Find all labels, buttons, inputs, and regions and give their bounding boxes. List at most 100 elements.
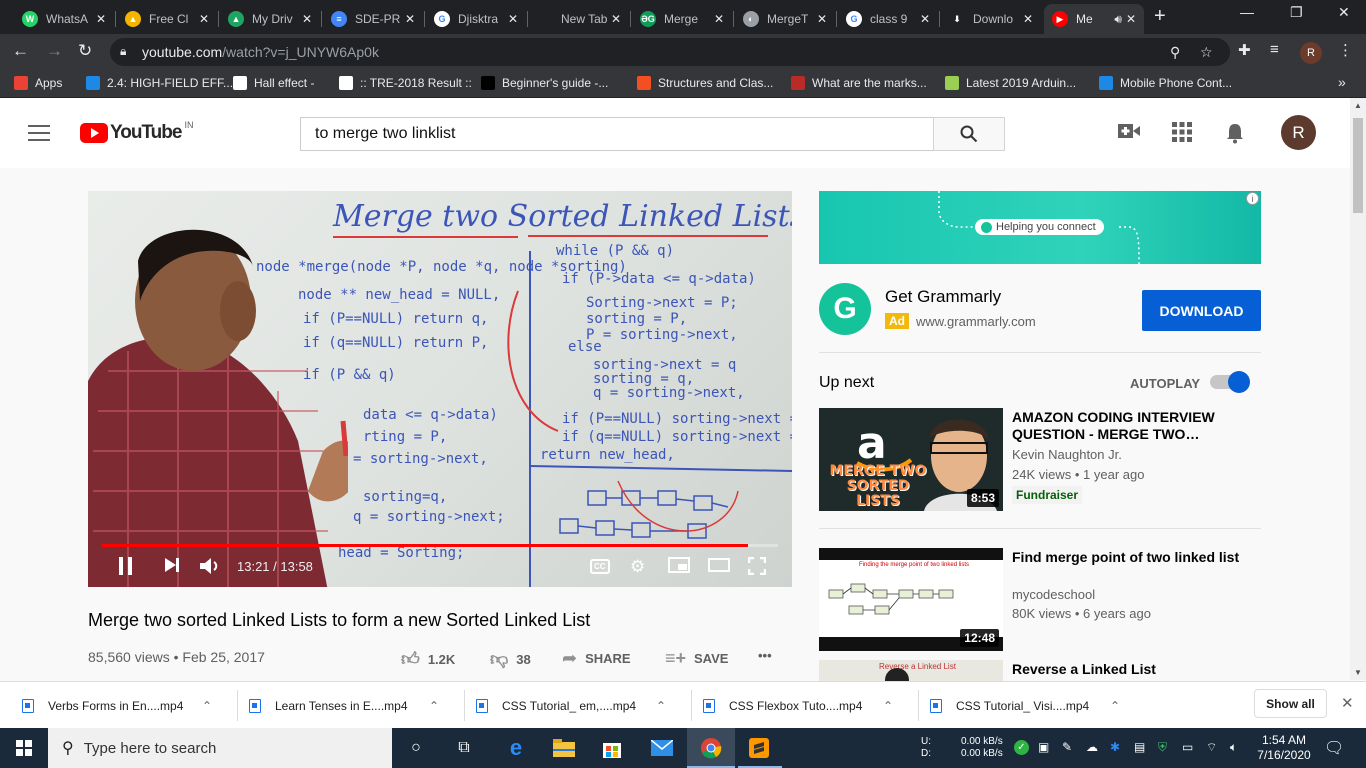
- close-tab-icon[interactable]: ✕: [920, 12, 930, 26]
- video-player[interactable]: Merge two Sorted Linked Lists node *merg…: [88, 191, 792, 587]
- browser-tab[interactable]: G Djisktra ✕: [426, 4, 526, 34]
- download-item[interactable]: Learn Tenses in E....mp4 ⌃: [249, 682, 449, 729]
- close-tab-icon[interactable]: ✕: [1023, 12, 1033, 26]
- share-button[interactable]: ➦ SHARE: [562, 648, 631, 669]
- download-item[interactable]: Verbs Forms in En....mp4 ⌃: [22, 682, 222, 729]
- rec-video-title-1[interactable]: AMAZON CODING INTERVIEW QUESTION - MERGE…: [1012, 409, 1242, 443]
- windows-start-icon[interactable]: [16, 740, 32, 756]
- bookmark-item[interactable]: Structures and Clas...: [637, 76, 773, 90]
- rec-video-thumbnail-2[interactable]: Finding the merge point of two linked li…: [819, 548, 1003, 651]
- miniplayer-icon[interactable]: [668, 557, 690, 578]
- browser-tab[interactable]: ⬇ Downlo ✕: [941, 4, 1041, 34]
- cloud-icon[interactable]: ☁: [1086, 740, 1098, 754]
- search-button[interactable]: [933, 117, 1005, 151]
- battery-icon[interactable]: ▭: [1182, 740, 1193, 754]
- notifications-bell-icon[interactable]: [1225, 122, 1245, 150]
- close-tab-icon[interactable]: ✕: [302, 12, 312, 26]
- download-item[interactable]: CSS Tutorial_ Visi....mp4 ⌃: [930, 682, 1130, 729]
- sublime-text-icon[interactable]: [747, 736, 771, 760]
- chrome-taskbar-icon[interactable]: [699, 736, 723, 760]
- security-check-icon[interactable]: ✓: [1014, 740, 1029, 755]
- bookmark-item[interactable]: Mobile Phone Cont...: [1099, 76, 1232, 90]
- extensions-icon[interactable]: ✚: [1238, 41, 1251, 59]
- menu-icon[interactable]: [28, 125, 50, 141]
- user-avatar[interactable]: R: [1281, 115, 1316, 150]
- ad-info-icon[interactable]: i: [1246, 192, 1259, 205]
- cortana-icon[interactable]: ○: [404, 736, 428, 760]
- media-control-icon[interactable]: ≡: [1270, 41, 1279, 58]
- bookmarks-overflow-icon[interactable]: »: [1338, 74, 1346, 90]
- forward-icon[interactable]: →: [46, 41, 63, 61]
- close-tab-icon[interactable]: ✕: [1126, 12, 1136, 26]
- save-button[interactable]: ≡+ SAVE: [665, 648, 728, 669]
- show-all-downloads-button[interactable]: Show all: [1254, 689, 1327, 718]
- youtube-logo[interactable]: YouTube IN: [80, 120, 193, 144]
- dislike-button[interactable]: 👎︎ 38: [490, 648, 531, 670]
- next-video-icon[interactable]: [164, 557, 180, 578]
- close-tab-icon[interactable]: ✕: [714, 12, 724, 26]
- pen-tool-icon[interactable]: ✎: [1062, 740, 1072, 754]
- rec-video-title-2[interactable]: Find merge point of two linked list: [1012, 549, 1242, 566]
- close-window-button[interactable]: ✕: [1338, 4, 1350, 21]
- theater-mode-icon[interactable]: [708, 557, 730, 577]
- lock-icon[interactable]: 🔒︎: [120, 44, 126, 59]
- pause-icon[interactable]: [118, 557, 134, 580]
- edge-browser-icon[interactable]: e: [504, 735, 528, 760]
- bookmark-item[interactable]: 2.4: HIGH-FIELD EFF...: [86, 76, 233, 90]
- scroll-down-arrow-icon[interactable]: ▼: [1354, 668, 1362, 677]
- browser-tab[interactable]: ◐ MergeT ✕: [735, 4, 835, 34]
- mail-icon[interactable]: [650, 736, 674, 760]
- microsoft-store-icon[interactable]: [600, 736, 624, 760]
- bookmark-item[interactable]: Latest 2019 Arduin...: [945, 76, 1076, 90]
- minimize-button[interactable]: —: [1240, 4, 1254, 20]
- close-tab-icon[interactable]: ✕: [199, 12, 209, 26]
- profile-avatar[interactable]: R: [1300, 42, 1322, 64]
- rec-video-thumbnail-3[interactable]: Reverse a Linked List: [819, 660, 1003, 681]
- maximize-button[interactable]: ❐: [1290, 4, 1303, 21]
- close-tab-icon[interactable]: ✕: [508, 12, 518, 26]
- autoplay-toggle-knob[interactable]: [1228, 371, 1250, 393]
- close-download-shelf-icon[interactable]: ✕: [1341, 694, 1354, 712]
- download-options-chevron-icon[interactable]: ⌃: [883, 699, 893, 713]
- bookmark-item[interactable]: Hall effect -: [233, 76, 314, 90]
- download-options-chevron-icon[interactable]: ⌃: [202, 699, 212, 713]
- back-icon[interactable]: ←: [12, 41, 29, 61]
- taskbar-clock[interactable]: 1:54 AM 7/16/2020: [1254, 733, 1314, 763]
- browser-tab[interactable]: New Tab ✕: [529, 4, 629, 34]
- video-progress-bar[interactable]: [102, 544, 778, 547]
- bookmark-star-icon[interactable]: ☆: [1200, 44, 1213, 61]
- page-scrollbar[interactable]: ▲ ▼: [1350, 98, 1366, 680]
- close-tab-icon[interactable]: ✕: [96, 12, 106, 26]
- task-view-icon[interactable]: ⧉: [452, 736, 476, 760]
- close-tab-icon[interactable]: ✕: [611, 12, 621, 26]
- shield-icon[interactable]: ⛨: [1158, 740, 1167, 755]
- rec-video-channel-1[interactable]: Kevin Naughton Jr.: [1012, 447, 1122, 462]
- rec-video-thumbnail-1[interactable]: a MERGE TWO SORTED LISTS 8:53: [819, 408, 1003, 511]
- new-tab-button[interactable]: +: [1154, 5, 1166, 28]
- scrollbar-thumb[interactable]: [1353, 118, 1363, 213]
- wifi-icon[interactable]: ⌔: [1206, 740, 1217, 755]
- browser-tab[interactable]: ≡ SDE-PR ✕: [323, 4, 423, 34]
- bookmark-item[interactable]: What are the marks...: [791, 76, 927, 90]
- captions-icon[interactable]: CC: [590, 559, 610, 574]
- file-explorer-icon[interactable]: [552, 736, 576, 760]
- download-options-chevron-icon[interactable]: ⌃: [1110, 699, 1120, 713]
- bookmark-item[interactable]: :: TRE-2018 Result ::: [339, 76, 472, 90]
- app-tray-icon[interactable]: ▤: [1134, 740, 1145, 754]
- more-actions-button[interactable]: •••: [758, 648, 772, 663]
- apps-grid-icon[interactable]: [1172, 122, 1192, 148]
- close-tab-icon[interactable]: ✕: [817, 12, 827, 26]
- action-center-icon[interactable]: 🗨︎: [1324, 738, 1344, 758]
- ad-advertiser-name[interactable]: Get Grammarly: [885, 287, 1001, 307]
- tab-audio-icon[interactable]: 🔊︎: [1114, 12, 1122, 27]
- chrome-menu-icon[interactable]: ⋮: [1338, 41, 1353, 59]
- download-item[interactable]: CSS Flexbox Tuto....mp4 ⌃: [703, 682, 903, 729]
- volume-icon[interactable]: [200, 557, 222, 580]
- rec-video-title-3[interactable]: Reverse a Linked List: [1012, 661, 1242, 678]
- fullscreen-icon[interactable]: [747, 556, 767, 580]
- browser-tab[interactable]: Gclass 9 ✕: [838, 4, 938, 34]
- browser-tab[interactable]: ▲ Free Cl ✕: [117, 4, 217, 34]
- settings-gear-icon[interactable]: ⚙: [630, 557, 645, 577]
- close-tab-icon[interactable]: ✕: [405, 12, 415, 26]
- search-input[interactable]: to merge two linklist: [300, 117, 934, 151]
